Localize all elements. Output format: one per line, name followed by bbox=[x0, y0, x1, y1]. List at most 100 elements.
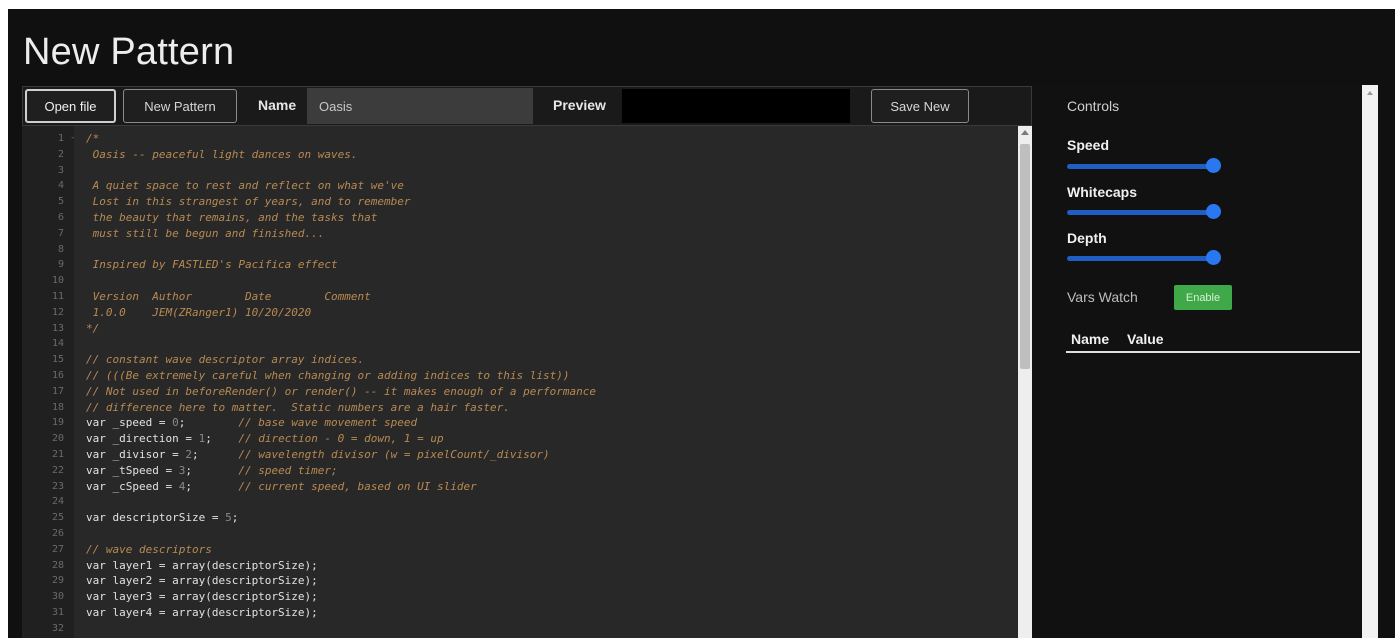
comment-text: must still be begun and finished... bbox=[86, 226, 325, 240]
code-text: var _cSpeed = 4; // current speed, based… bbox=[80, 479, 477, 495]
line-number: 19 bbox=[51, 417, 64, 429]
comment-text: 1.0.0 JEM(ZRanger1) 10/20/2020 bbox=[86, 305, 312, 319]
line-number: 7 bbox=[57, 227, 64, 239]
code-line: 18 // difference here to matter. Static n… bbox=[22, 400, 1012, 416]
code-line: 24 bbox=[22, 494, 1012, 510]
code-line: 31 var layer4 = array(descriptorSize); bbox=[22, 605, 1012, 621]
line-number: 17 bbox=[51, 385, 64, 397]
line-number: 12 bbox=[51, 306, 64, 318]
panel-vertical-scrollbar[interactable] bbox=[1362, 85, 1378, 638]
code-line: 8 bbox=[22, 242, 1012, 258]
line-number: 30 bbox=[51, 591, 64, 603]
open-file-button[interactable]: Open file bbox=[25, 89, 116, 123]
code-token: var _tSpeed = bbox=[86, 463, 179, 477]
enable-button[interactable]: Enable bbox=[1174, 285, 1232, 310]
save-new-button[interactable]: Save New bbox=[871, 89, 969, 123]
code-line: 30 var layer3 = array(descriptorSize); bbox=[22, 589, 1012, 605]
code-token: ; bbox=[185, 479, 192, 493]
line-number: 20 bbox=[51, 433, 64, 445]
line-number: 15 bbox=[51, 354, 64, 366]
code-token: var _cSpeed = bbox=[86, 479, 179, 493]
code-line: 1-/* bbox=[22, 131, 1012, 147]
whitecaps-slider[interactable] bbox=[1067, 204, 1221, 220]
vars-value-header: Value bbox=[1127, 331, 1164, 347]
depth-label: Depth bbox=[1067, 230, 1107, 246]
pattern-name-input[interactable] bbox=[307, 88, 533, 124]
comment-text: // constant wave descriptor array indice… bbox=[86, 353, 365, 367]
line-number: 28 bbox=[51, 559, 64, 571]
comment-text: // difference here to matter. Static num… bbox=[86, 400, 510, 414]
code-editor[interactable]: 1-/* 2 Oasis -- peaceful light dances on … bbox=[22, 126, 1032, 638]
code-token: var _speed = bbox=[86, 416, 173, 430]
code-text: var layer4 = array(descriptorSize); bbox=[86, 605, 318, 619]
comment-text: */ bbox=[86, 321, 100, 335]
code-text: var _speed = 0; // base wave movement sp… bbox=[80, 415, 417, 431]
slider-track bbox=[1067, 256, 1217, 261]
code-spacing bbox=[192, 464, 238, 477]
number-token: 0 bbox=[172, 416, 179, 430]
code-token: ; bbox=[205, 432, 212, 446]
comment-text: /* bbox=[86, 132, 100, 145]
slider-track bbox=[1067, 210, 1217, 215]
code-line: 27 // wave descriptors bbox=[22, 542, 1012, 558]
code-token: ; bbox=[231, 511, 239, 525]
code-spacing bbox=[185, 416, 238, 429]
line-number: 21 bbox=[51, 448, 64, 460]
comment-text: // (((Be extremely careful when changing… bbox=[86, 368, 570, 382]
slider-thumb[interactable] bbox=[1206, 204, 1221, 219]
slider-thumb[interactable] bbox=[1206, 158, 1221, 173]
code-line: 32 bbox=[22, 621, 1012, 637]
editor-scroll-thumb[interactable] bbox=[1020, 144, 1030, 369]
scroll-up-arrow-icon[interactable] bbox=[1367, 91, 1373, 95]
line-number: 6 bbox=[57, 211, 64, 223]
line-number: 1 bbox=[57, 133, 64, 144]
code-line: 20 var _direction = 1; // direction - 0 =… bbox=[22, 431, 1012, 447]
line-number: 23 bbox=[51, 480, 64, 492]
line-number: 5 bbox=[57, 196, 64, 208]
depth-slider[interactable] bbox=[1067, 250, 1221, 266]
editor-vertical-scrollbar[interactable] bbox=[1018, 126, 1032, 638]
line-number: 24 bbox=[51, 496, 64, 508]
comment-text bbox=[80, 273, 86, 289]
inline-comment: // speed timer; bbox=[238, 463, 338, 477]
scroll-up-arrow-icon[interactable] bbox=[1021, 130, 1029, 135]
code-line: 15 // constant wave descriptor array indi… bbox=[22, 352, 1012, 368]
slider-track bbox=[1067, 164, 1217, 169]
code-line: 23 var _cSpeed = 4; // current speed, bas… bbox=[22, 479, 1012, 495]
inline-comment: // base wave movement speed bbox=[238, 416, 418, 430]
code-token: ; bbox=[185, 463, 192, 477]
fold-toggle-icon[interactable]: - bbox=[70, 131, 80, 147]
line-number: 25 bbox=[51, 512, 64, 524]
new-pattern-button[interactable]: New Pattern bbox=[123, 89, 237, 123]
line-number: 32 bbox=[51, 622, 64, 634]
comment-text: // wave descriptors bbox=[86, 542, 212, 556]
code-token: ; bbox=[191, 447, 199, 461]
inline-comment: // wavelength divisor (w = pixelCount/_d… bbox=[238, 447, 550, 461]
line-number: 8 bbox=[57, 243, 64, 255]
slider-thumb[interactable] bbox=[1206, 250, 1221, 265]
code-spacing bbox=[192, 480, 238, 493]
comment-text: Oasis -- peaceful light dances on waves. bbox=[86, 147, 358, 161]
line-number: 13 bbox=[51, 322, 64, 334]
vars-watch-label: Vars Watch bbox=[1067, 289, 1138, 305]
speed-slider[interactable] bbox=[1067, 158, 1221, 174]
code-text: var _tSpeed = 3; // speed timer; bbox=[80, 463, 338, 479]
code-line: 12 1.0.0 JEM(ZRanger1) 10/20/2020 bbox=[22, 305, 1012, 321]
code-text: var layer2 = array(descriptorSize); bbox=[86, 574, 318, 588]
code-line: 11 Version Author Date Comment bbox=[22, 289, 1012, 305]
code-line: 2 Oasis -- peaceful light dances on wave… bbox=[22, 147, 1012, 163]
